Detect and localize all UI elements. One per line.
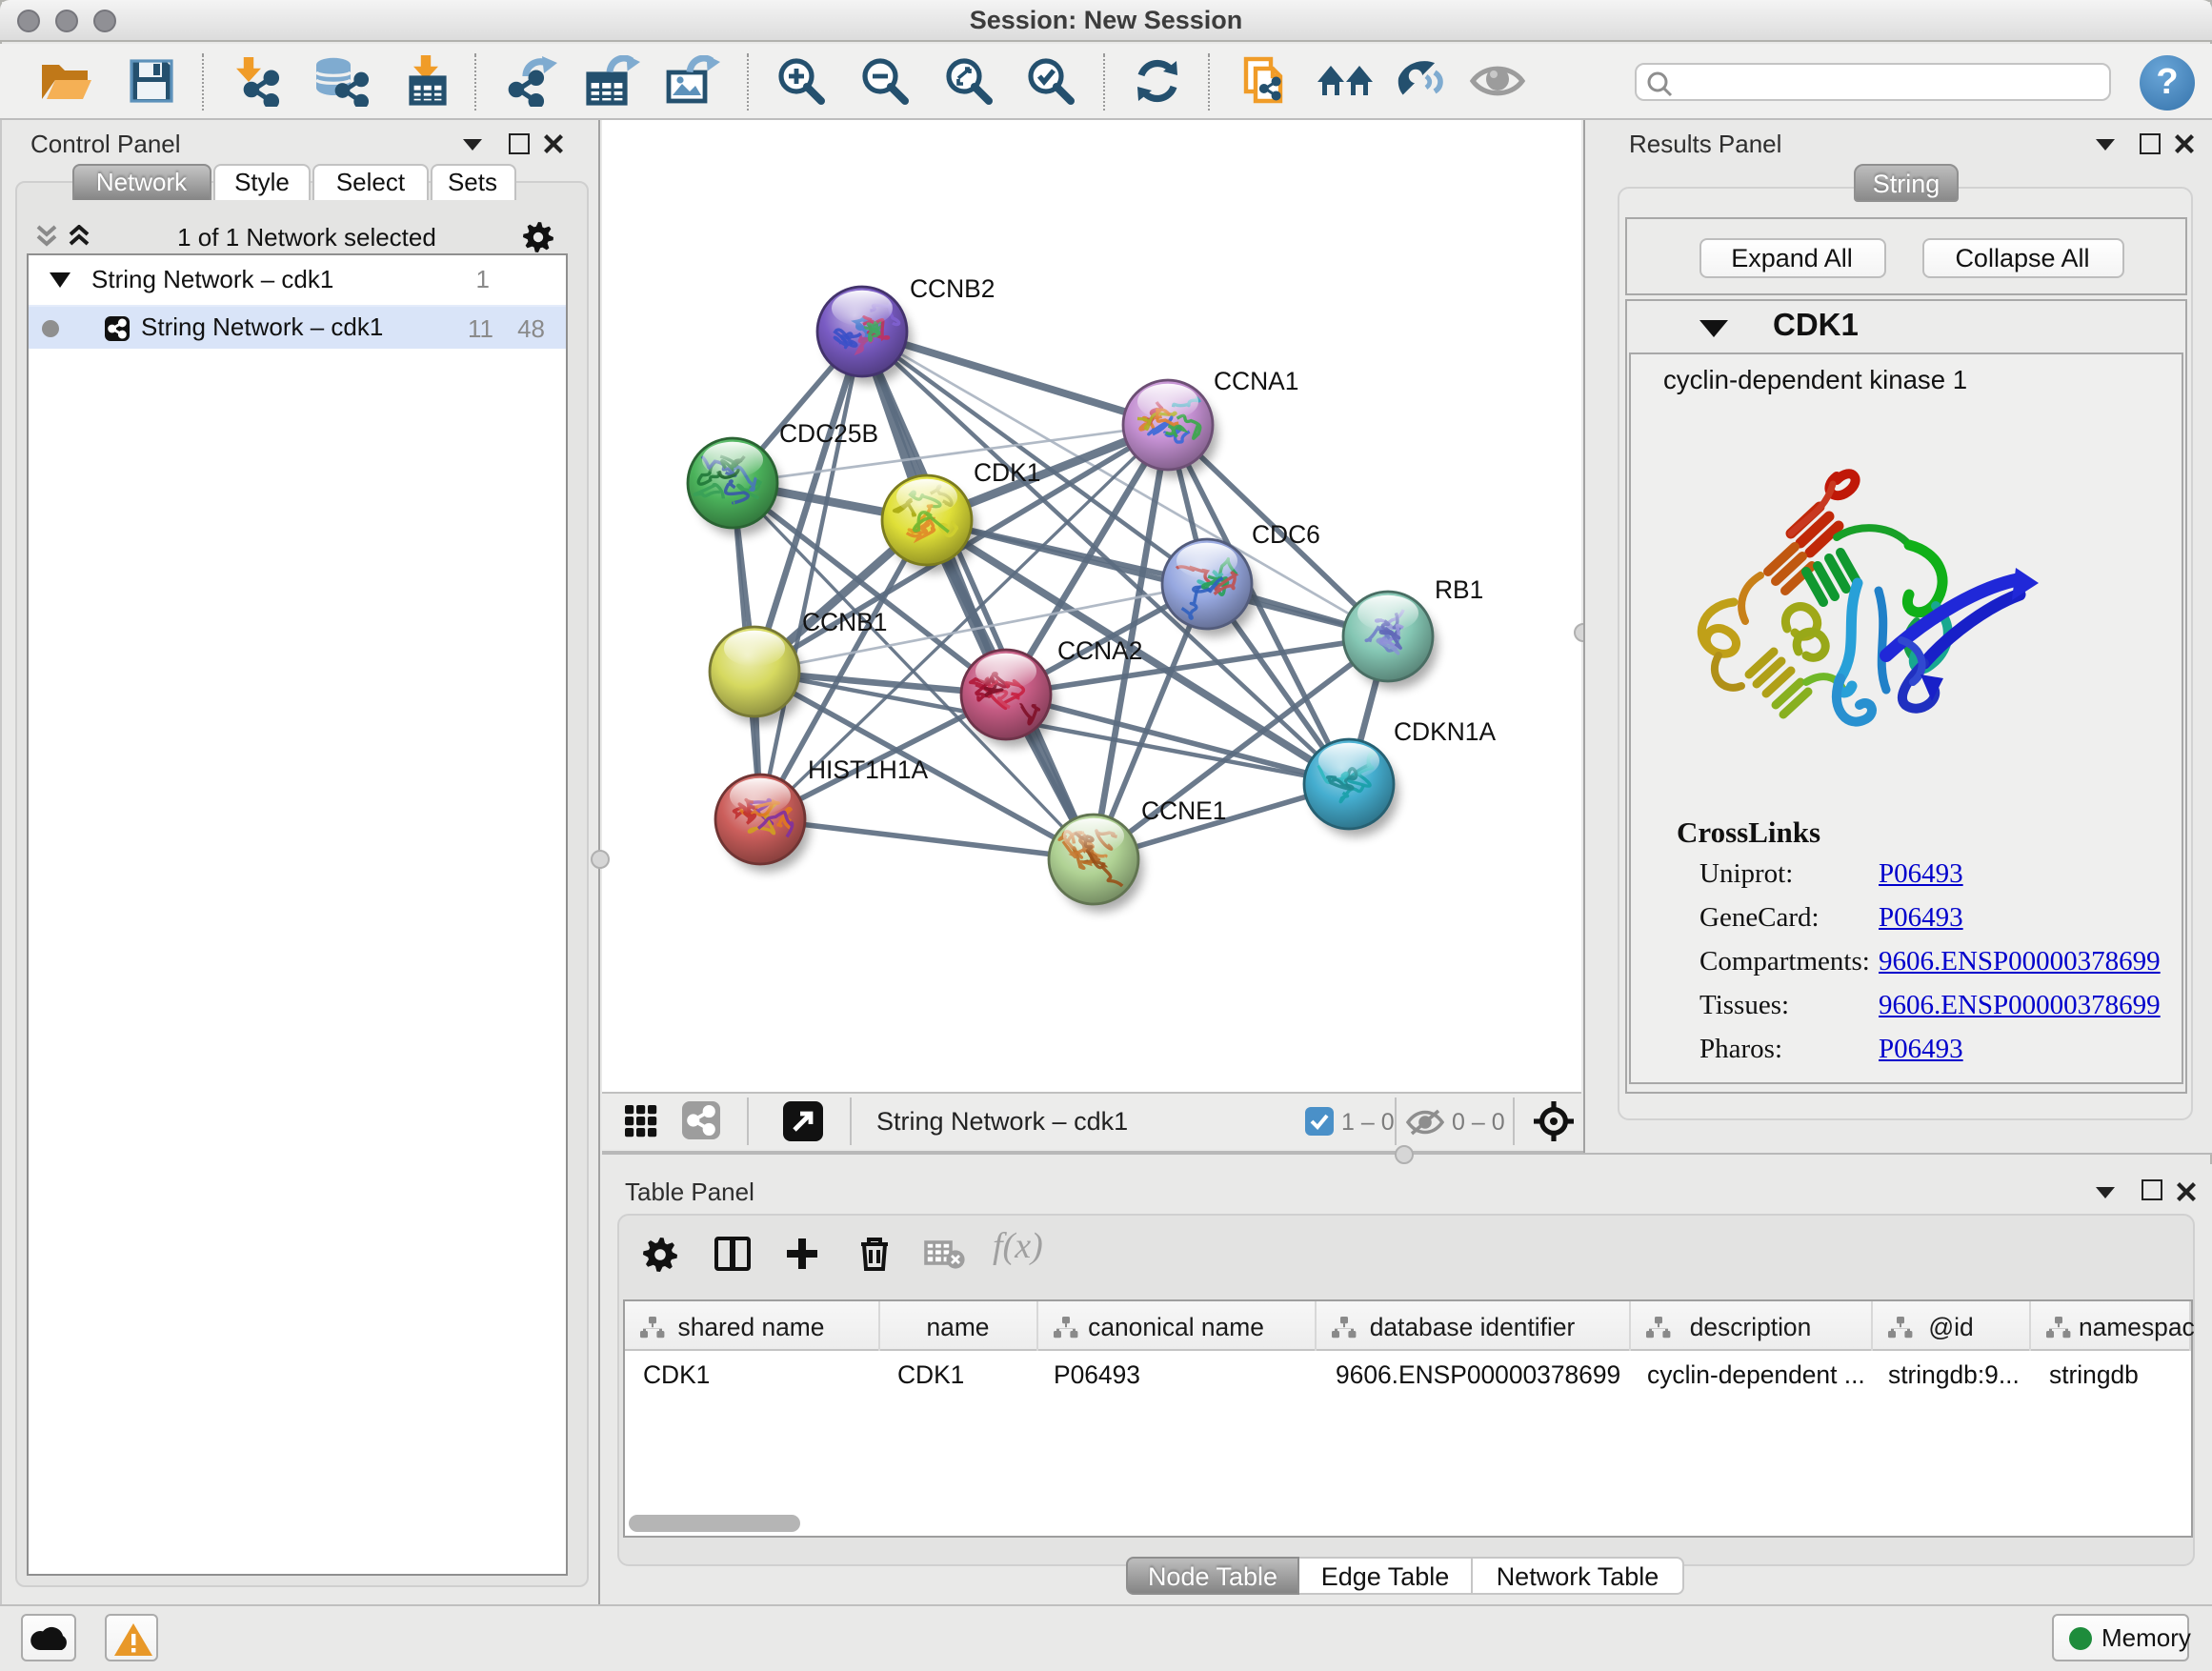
svg-text:CDK1: CDK1 — [974, 458, 1040, 487]
svg-text:CDC25B: CDC25B — [779, 419, 878, 448]
svg-text:HIST1H1A: HIST1H1A — [808, 755, 929, 784]
svg-text:CCNA1: CCNA1 — [1214, 367, 1298, 395]
svg-text:CCNB1: CCNB1 — [802, 608, 887, 636]
svg-text:CDKN1A: CDKN1A — [1394, 717, 1496, 746]
svg-text:RB1: RB1 — [1435, 575, 1483, 604]
svg-text:CCNB2: CCNB2 — [910, 274, 995, 303]
svg-text:CCNE1: CCNE1 — [1141, 796, 1226, 825]
svg-text:CCNA2: CCNA2 — [1057, 636, 1142, 665]
svg-text:CDC6: CDC6 — [1252, 520, 1320, 549]
